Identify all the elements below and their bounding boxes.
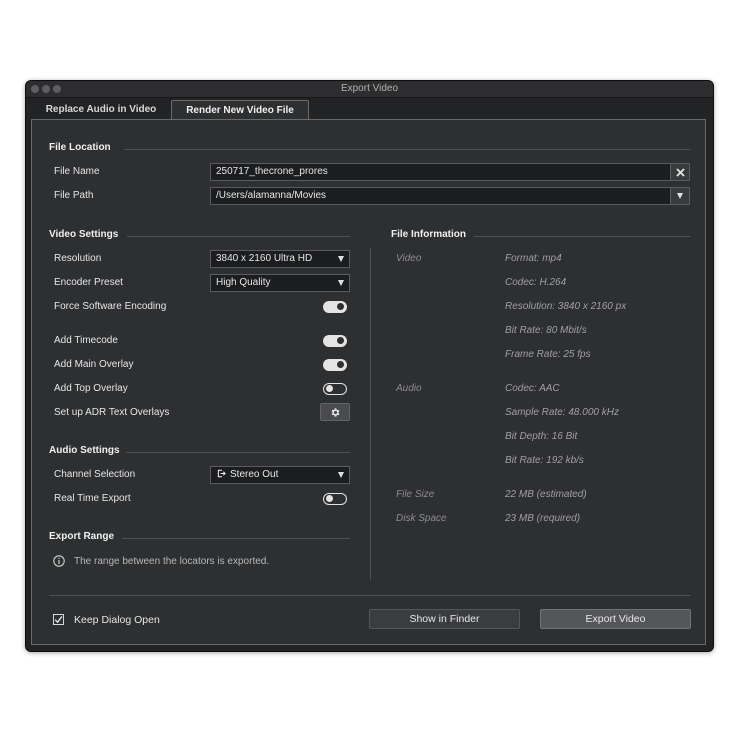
add-top-overlay-label: Add Top Overlay: [54, 383, 128, 394]
resolution-select[interactable]: 3840 x 2160 Ultra HD: [210, 250, 350, 268]
x-icon: [675, 167, 685, 177]
export-video-dialog: Export Video Replace Audio in Video Rend…: [25, 80, 714, 652]
video-framerate-value: Frame Rate: 25 fps: [505, 349, 591, 360]
title-bar: Export Video: [26, 81, 713, 98]
section-divider: [124, 149, 691, 150]
resolution-label: Resolution: [54, 253, 102, 264]
add-main-overlay-toggle[interactable]: [323, 359, 347, 371]
encoder-preset-value: High Quality: [216, 277, 271, 288]
real-time-export-label: Real Time Export: [54, 493, 131, 504]
gear-icon: [331, 407, 339, 417]
column-divider: [370, 248, 371, 580]
force-software-encoding-label: Force Software Encoding: [54, 301, 167, 312]
export-range-info-text: The range between the locators is export…: [74, 556, 270, 567]
adr-settings-button[interactable]: [320, 403, 350, 421]
disk-space-label: Disk Space: [396, 513, 447, 524]
export-video-button[interactable]: Export Video: [540, 609, 691, 629]
audio-bitrate-value: Bit Rate: 192 kb/s: [505, 455, 584, 466]
add-timecode-toggle[interactable]: [323, 335, 347, 347]
video-format-value: Format: mp4: [505, 253, 562, 264]
force-software-encoding-toggle[interactable]: [323, 301, 347, 313]
channel-selection-select[interactable]: Stereo Out: [210, 466, 350, 484]
audio-bitdepth-value: Bit Depth: 16 Bit: [505, 431, 578, 442]
info-icon: [53, 555, 65, 567]
keep-dialog-open-label: Keep Dialog Open: [74, 614, 160, 626]
file-path-dropdown-button[interactable]: [670, 187, 690, 205]
adr-text-overlays-label: Set up ADR Text Overlays: [54, 407, 170, 418]
audio-info-label: Audio: [396, 383, 422, 394]
window-title: Export Video: [340, 83, 399, 94]
section-title-file-information: File Information: [391, 229, 466, 240]
section-title-video-settings: Video Settings: [49, 229, 119, 240]
channel-selection-value: Stereo Out: [230, 469, 279, 480]
channel-selection-label: Channel Selection: [54, 469, 136, 480]
output-port-icon: [217, 469, 226, 478]
file-name-input[interactable]: 250717_thecrone_prores: [210, 163, 671, 181]
file-size-value: 22 MB (estimated): [505, 489, 587, 500]
resolution-value: 3840 x 2160 Ultra HD: [216, 253, 313, 264]
video-resolution-value: Resolution: 3840 x 2160 px: [505, 301, 627, 312]
add-top-overlay-toggle[interactable]: [323, 383, 347, 395]
video-codec-value: Codec: H.264: [505, 277, 567, 288]
chevron-down-icon: [338, 280, 344, 286]
section-title-audio-settings: Audio Settings: [49, 445, 120, 456]
clear-file-name-button[interactable]: [670, 163, 690, 181]
video-bitrate-value: Bit Rate: 80 Mbit/s: [505, 325, 587, 336]
section-title-file-location: File Location: [49, 142, 111, 153]
add-timecode-label: Add Timecode: [54, 335, 118, 346]
audio-samplerate-value: Sample Rate: 48.000 kHz: [505, 407, 619, 418]
audio-codec-value: Codec: AAC: [505, 383, 560, 394]
add-main-overlay-label: Add Main Overlay: [54, 359, 134, 370]
footer-divider: [49, 595, 691, 596]
encoder-preset-select[interactable]: High Quality: [210, 274, 350, 292]
file-name-label: File Name: [54, 166, 100, 177]
chevron-down-icon: [338, 472, 344, 478]
file-size-label: File Size: [396, 489, 435, 500]
encoder-preset-label: Encoder Preset: [54, 277, 123, 288]
keep-dialog-open-checkbox[interactable]: [53, 614, 64, 625]
show-in-finder-button[interactable]: Show in Finder: [369, 609, 520, 629]
tab-render-new-video[interactable]: Render New Video File: [171, 100, 309, 120]
disk-space-value: 23 MB (required): [505, 513, 581, 524]
render-panel: File Location File Name 250717_thecrone_…: [31, 119, 706, 645]
chevron-down-icon: [677, 193, 683, 199]
section-divider: [126, 452, 350, 453]
section-divider: [127, 236, 350, 237]
file-path-input[interactable]: /Users/alamanna/Movies: [210, 187, 671, 205]
section-title-export-range: Export Range: [49, 531, 115, 542]
section-divider: [122, 538, 350, 539]
section-divider: [474, 236, 691, 237]
video-info-label: Video: [396, 253, 422, 264]
real-time-export-toggle[interactable]: [323, 493, 347, 505]
checkmark-icon: [54, 616, 63, 624]
chevron-down-icon: [338, 256, 344, 262]
tab-replace-audio[interactable]: Replace Audio in Video: [31, 100, 171, 119]
file-path-label: File Path: [54, 190, 94, 201]
